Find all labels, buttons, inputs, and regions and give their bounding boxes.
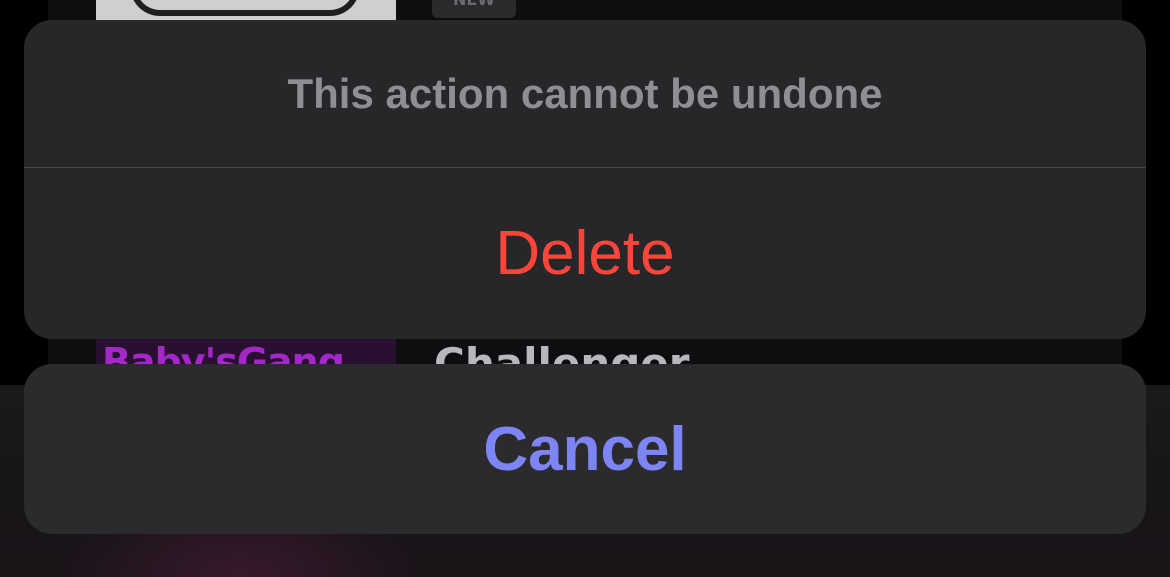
list-item-thumbnail [96,0,396,22]
cancel-button[interactable]: Cancel [24,364,1146,534]
list-item-title: Challenger [434,339,690,364]
list-item-thumbnail: Baby'sGang [96,338,396,364]
action-sheet: This action cannot be undone Delete [24,20,1146,339]
delete-button[interactable]: Delete [24,168,1146,339]
thumbnail-logo-text: Baby'sGang [102,340,345,364]
action-sheet-message: This action cannot be undone [287,69,883,117]
new-badge: NEW [432,0,516,18]
thumbnail-artwork [130,0,360,16]
